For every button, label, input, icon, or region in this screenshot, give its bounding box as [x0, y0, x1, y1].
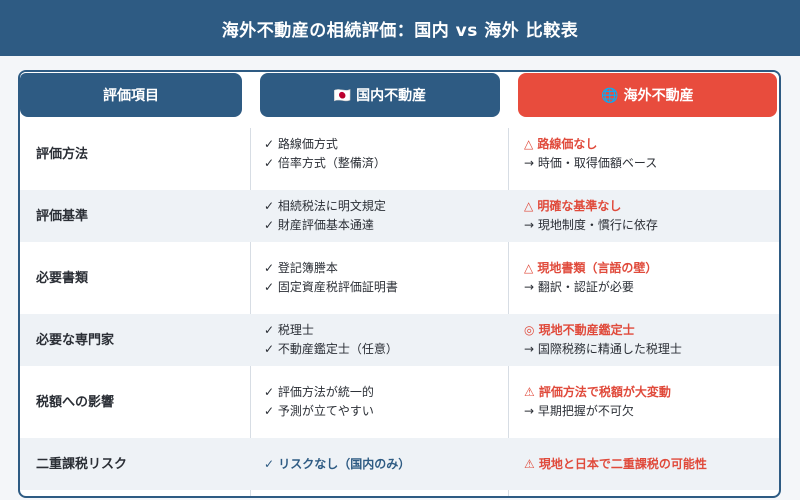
- domestic-point: ✓ 不動産鑑定士（任意）: [264, 342, 398, 356]
- title-bar: 海外不動産の相続評価：国内 vs 海外 比較表: [0, 0, 800, 56]
- overseas-cell: ◎ 現地不動産鑑定士 → 国際税務に精通した税理士: [524, 314, 774, 366]
- table-row: 評価方法 ✓ 路線価方式 ✓ 倍率方式（整備済） △ 路線価なし → 時価・取得…: [20, 128, 779, 180]
- domestic-point: ✓ 倍率方式（整備済）: [264, 156, 386, 170]
- table-header: 評価項目 🇯🇵 国内不動産 🌐 海外不動産: [20, 72, 779, 122]
- table-row: 評価基準 ✓ 相続税法に明文規定 ✓ 財産評価基本通達 △ 明確な基準なし → …: [20, 190, 779, 242]
- domestic-cell: ✓ リスクなし（国内のみ）: [264, 438, 504, 490]
- row-label: 評価基準: [36, 208, 89, 224]
- domestic-point: ✓ 登記簿謄本: [264, 261, 338, 275]
- overseas-main: ◎ 現地不動産鑑定士: [524, 323, 635, 337]
- domestic-point: ✓ 路線価方式: [264, 137, 338, 151]
- overseas-cell: ⚠ 現地と日本で二重課税の可能性: [524, 438, 774, 490]
- overseas-main: △ 明確な基準なし: [524, 199, 622, 213]
- header-overseas: 🌐 海外不動産: [518, 73, 777, 117]
- overseas-main: ⚠ 現地と日本で二重課税の可能性: [524, 456, 707, 471]
- domestic-cell: ✓ 税理士 ✓ 不動産鑑定士（任意）: [264, 314, 504, 366]
- overseas-cell: △ 明確な基準なし → 現地制度・慣行に依存: [524, 190, 774, 242]
- row-label: 税額への影響: [36, 394, 115, 410]
- domestic-point: ✓ 固定資産税評価証明書: [264, 280, 398, 294]
- domestic-point: ✓ 評価方法が統一的: [264, 385, 374, 399]
- comparison-table: 評価項目 🇯🇵 国内不動産 🌐 海外不動産 評価方法 ✓ 路線価方式 ✓ 倍率方…: [18, 70, 781, 498]
- overseas-cell: △ 路線価なし → 時価・取得価額ベース: [524, 128, 774, 180]
- domestic-cell: ✓ 評価方法が統一的 ✓ 予測が立てやすい: [264, 376, 504, 428]
- overseas-main: ⚠ 評価方法で税額が大変動: [524, 385, 671, 399]
- domestic-point: ✓ リスクなし（国内のみ）: [264, 456, 411, 471]
- overseas-cell: △ 現地書類（言語の壁） → 翻訳・認証が必要: [524, 252, 774, 304]
- table-row: 税額への影響 ✓ 評価方法が統一的 ✓ 予測が立てやすい ⚠ 評価方法で税額が大…: [20, 376, 779, 428]
- domestic-point: ✓ 財産評価基本通達: [264, 218, 374, 232]
- row-label: 必要書類: [36, 270, 89, 286]
- row-label: 必要な専門家: [36, 332, 115, 348]
- overseas-sub: → 現地制度・慣行に依存: [524, 218, 658, 232]
- domestic-cell: ✓ 路線価方式 ✓ 倍率方式（整備済）: [264, 128, 504, 180]
- domestic-cell: ✓ 登記簿謄本 ✓ 固定資産税評価証明書: [264, 252, 504, 304]
- overseas-sub: → 翻訳・認証が必要: [524, 280, 634, 294]
- domestic-point: ✓ 予測が立てやすい: [264, 404, 374, 418]
- overseas-main: △ 現地書類（言語の壁）: [524, 261, 658, 275]
- table-row: 二重課税リスク ✓ リスクなし（国内のみ） ⚠ 現地と日本で二重課税の可能性: [20, 438, 779, 490]
- header-item: 評価項目: [20, 73, 242, 117]
- domestic-cell: ✓ 相続税法に明文規定 ✓ 財産評価基本通達: [264, 190, 504, 242]
- overseas-sub: → 時価・取得価額ベース: [524, 156, 658, 170]
- domestic-point: ✓ 相続税法に明文規定: [264, 199, 386, 213]
- domestic-point: ✓ 税理士: [264, 323, 314, 337]
- overseas-sub: → 国際税務に精通した税理士: [524, 342, 682, 356]
- row-label: 評価方法: [36, 146, 89, 162]
- overseas-cell: ⚠ 評価方法で税額が大変動 → 早期把握が不可欠: [524, 376, 774, 428]
- row-label: 二重課税リスク: [36, 456, 128, 472]
- header-domestic: 🇯🇵 国内不動産: [260, 73, 500, 117]
- page-title: 海外不動産の相続評価：国内 vs 海外 比較表: [221, 20, 579, 41]
- table-row: 必要書類 ✓ 登記簿謄本 ✓ 固定資産税評価証明書 △ 現地書類（言語の壁） →…: [20, 252, 779, 304]
- table-row: 必要な専門家 ✓ 税理士 ✓ 不動産鑑定士（任意） ◎ 現地不動産鑑定士 → 国…: [20, 314, 779, 366]
- overseas-main: △ 路線価なし: [524, 137, 598, 151]
- overseas-sub: → 早期把握が不可欠: [524, 404, 634, 418]
